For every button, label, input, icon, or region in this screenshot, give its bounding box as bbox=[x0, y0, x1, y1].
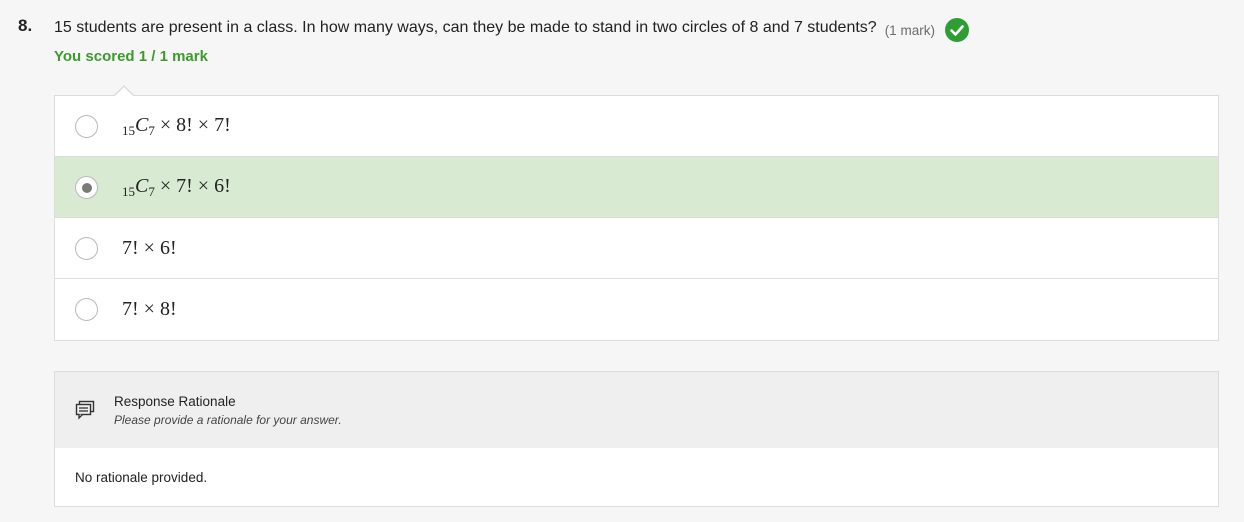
option-2-math: 15C7 × 7! × 6! bbox=[122, 175, 231, 200]
option-1-var: C bbox=[135, 113, 149, 136]
option-1-rest: × 8! × 7! bbox=[154, 113, 231, 136]
radio-button[interactable] bbox=[75, 115, 98, 138]
option-3-math: 7! × 6! bbox=[122, 236, 177, 259]
option-3[interactable]: 7! × 6! bbox=[55, 218, 1218, 279]
score-text: You scored 1 / 1 mark bbox=[54, 48, 208, 65]
rationale-title: Response Rationale bbox=[114, 394, 236, 409]
option-4-math: 7! × 8! bbox=[122, 298, 177, 320]
comment-lines-icon bbox=[75, 400, 95, 425]
radio-button[interactable] bbox=[75, 298, 98, 321]
radio-button[interactable] bbox=[75, 237, 98, 260]
option-2-prefix: 15 bbox=[122, 183, 135, 199]
score-pointer-inner bbox=[114, 87, 134, 97]
rationale-body: No rationale provided. bbox=[75, 470, 208, 485]
question-text: 15 students are present in a class. In h… bbox=[54, 19, 877, 36]
rationale-header: Response Rationale Please provide a rati… bbox=[55, 372, 1218, 448]
option-2[interactable]: 15C7 × 7! × 6! bbox=[55, 157, 1218, 218]
option-2-var: C bbox=[135, 174, 149, 197]
radio-button-checked[interactable] bbox=[75, 176, 98, 199]
check-circle-icon bbox=[944, 18, 969, 42]
option-1-math: 15C7 × 8! × 7! bbox=[122, 114, 231, 139]
question-marks: (1 mark) bbox=[884, 22, 935, 38]
option-4[interactable]: 7! × 8! bbox=[55, 279, 1218, 340]
rationale-panel: Response Rationale Please provide a rati… bbox=[54, 371, 1219, 507]
rationale-hint: Please provide a rationale for your answ… bbox=[114, 413, 342, 427]
question-header: 15 students are present in a class. In h… bbox=[54, 14, 969, 42]
option-1-prefix: 15 bbox=[122, 122, 135, 138]
options-list: 15C7 × 8! × 7! 15C7 × 7! × 6! 7! × 6! 7!… bbox=[54, 95, 1219, 341]
option-2-rest: × 7! × 6! bbox=[154, 174, 231, 197]
question-number: 8. bbox=[18, 16, 33, 35]
option-1[interactable]: 15C7 × 8! × 7! bbox=[55, 96, 1218, 157]
